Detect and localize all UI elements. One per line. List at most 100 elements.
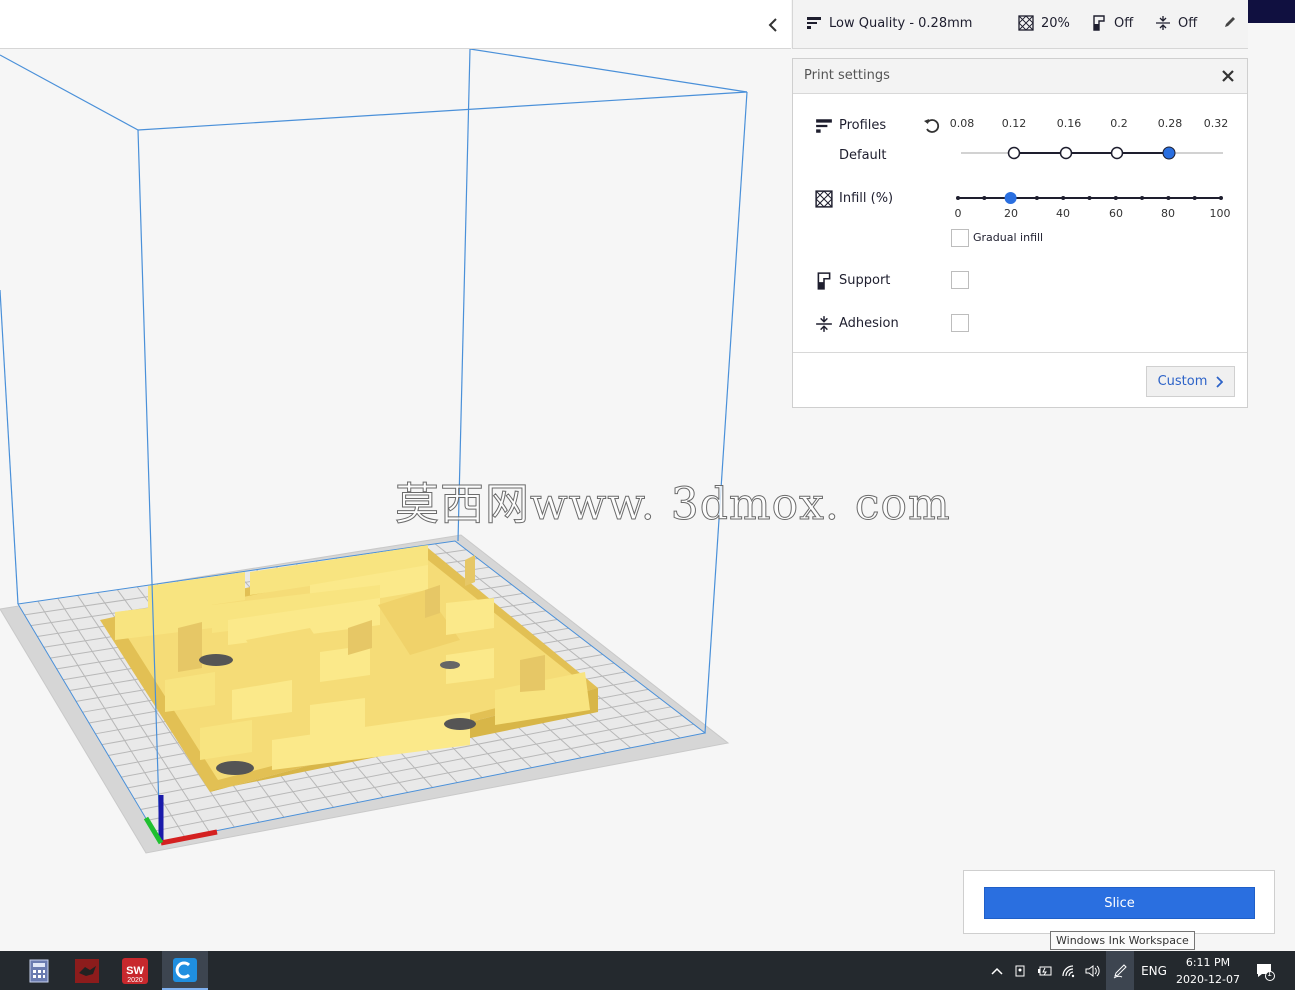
profile-icon bbox=[816, 119, 832, 133]
gradual-infill-checkbox[interactable] bbox=[951, 229, 969, 247]
taskbar: SW 2020 ENG 6:11 PM 2020-12-07 1 bbox=[0, 951, 1295, 990]
slider-stop bbox=[1059, 146, 1073, 160]
profiles-label: Profiles bbox=[839, 118, 887, 133]
top-toolbar bbox=[0, 0, 791, 49]
wifi-icon bbox=[1062, 964, 1075, 977]
infill-step-dot bbox=[1061, 196, 1066, 200]
custom-button-label: Custom bbox=[1157, 374, 1208, 389]
infill-tick: 100 bbox=[1209, 207, 1231, 220]
taskbar-solidworks-2020[interactable]: SW 2020 bbox=[112, 951, 158, 990]
infill-step-dot bbox=[1034, 196, 1039, 200]
cura-icon bbox=[173, 957, 197, 982]
chevron-left-icon bbox=[768, 18, 777, 32]
taskbar-clock[interactable]: 6:11 PM 2020-12-07 bbox=[1172, 954, 1244, 988]
volume-icon bbox=[1085, 964, 1100, 977]
summary-infill-value: 20% bbox=[1041, 15, 1070, 31]
profile-tick: 0.2 bbox=[1110, 117, 1128, 130]
summary-support[interactable]: Off bbox=[1091, 15, 1133, 31]
solidworks-icon: SW2020 bbox=[122, 957, 148, 984]
custom-settings-button[interactable]: Custom bbox=[1146, 366, 1235, 397]
slice-panel: Slice bbox=[963, 870, 1275, 934]
window-corner bbox=[1248, 0, 1295, 23]
tray-notifications[interactable]: 1 bbox=[1250, 951, 1280, 990]
infill-step-dot bbox=[1113, 196, 1118, 200]
slice-button[interactable]: Slice bbox=[984, 887, 1255, 919]
clock-time: 6:11 PM bbox=[1185, 956, 1231, 969]
profile-tick: 0.28 bbox=[1157, 117, 1183, 130]
tray-language[interactable]: ENG bbox=[1138, 951, 1170, 990]
taskbar-cura[interactable] bbox=[162, 951, 208, 990]
taskbar-app-red[interactable] bbox=[64, 951, 110, 990]
print-settings-header: Print settings bbox=[793, 59, 1247, 94]
profile-tick: 0.12 bbox=[1001, 117, 1027, 130]
support-icon bbox=[1093, 15, 1105, 31]
infill-icon bbox=[1018, 15, 1034, 31]
language-label: ENG bbox=[1141, 963, 1167, 978]
pen-icon bbox=[1113, 963, 1127, 978]
slider-handle-selected bbox=[1162, 146, 1176, 160]
tray-meet[interactable] bbox=[1010, 951, 1032, 990]
infill-step-dot bbox=[982, 196, 987, 200]
infill-tick: 40 bbox=[1056, 207, 1070, 220]
infill-tick: 20 bbox=[1004, 207, 1018, 220]
sw-badge: 2020 bbox=[127, 977, 143, 984]
infill-tick: 60 bbox=[1109, 207, 1123, 220]
profiles-default-label: Default bbox=[839, 148, 887, 163]
collapse-panel-button[interactable] bbox=[762, 14, 784, 36]
taskbar-calculator[interactable] bbox=[16, 951, 62, 990]
tray-wifi[interactable] bbox=[1058, 951, 1080, 990]
profile-tick: 0.32 bbox=[1203, 117, 1229, 130]
infill-step-dot bbox=[1140, 196, 1145, 200]
gradual-infill-label: Gradual infill bbox=[973, 231, 1044, 244]
summary-infill[interactable]: 20% bbox=[1018, 15, 1070, 31]
meet-icon bbox=[1015, 965, 1025, 976]
close-icon[interactable] bbox=[1219, 67, 1237, 85]
summary-profile-label: Low Quality - 0.28mm bbox=[829, 15, 973, 31]
pencil-icon bbox=[1225, 17, 1235, 27]
infill-step-dot bbox=[1166, 196, 1171, 200]
slice-button-label: Slice bbox=[1104, 895, 1135, 911]
summary-profile[interactable]: Low Quality - 0.28mm bbox=[806, 15, 972, 31]
tray-overflow[interactable] bbox=[986, 951, 1008, 990]
infill-step-dot bbox=[1087, 196, 1092, 200]
profile-tick: 0.16 bbox=[1056, 117, 1082, 130]
summary-support-value: Off bbox=[1114, 15, 1134, 31]
chevron-up-icon bbox=[991, 967, 1003, 975]
print-settings-summary-bar[interactable]: Low Quality - 0.28mm 20% Off Off bbox=[792, 0, 1248, 49]
infill-label: Infill (%) bbox=[839, 191, 894, 206]
support-icon bbox=[817, 272, 831, 290]
infill-icon bbox=[815, 190, 833, 208]
support-checkbox[interactable] bbox=[951, 271, 969, 289]
profile-icon bbox=[807, 17, 821, 29]
adhesion-icon bbox=[1156, 16, 1170, 30]
support-label: Support bbox=[839, 273, 891, 288]
tray-battery[interactable] bbox=[1034, 951, 1056, 990]
tray-volume[interactable] bbox=[1081, 951, 1103, 990]
svg-text:SW: SW bbox=[126, 965, 144, 977]
tray-windows-ink[interactable] bbox=[1106, 951, 1134, 990]
infill-tick: 0 bbox=[954, 207, 962, 220]
slider-stop bbox=[1007, 146, 1021, 160]
layer-height-slider[interactable] bbox=[953, 143, 1228, 163]
notification-count: 1 bbox=[1267, 969, 1273, 978]
panel-divider bbox=[793, 352, 1247, 353]
watermark: 莫西网www. 3dmox. com bbox=[395, 479, 951, 531]
adhesion-checkbox[interactable] bbox=[951, 314, 969, 332]
infill-slider[interactable] bbox=[951, 188, 1241, 208]
adhesion-label: Adhesion bbox=[839, 316, 899, 331]
infill-step-dot bbox=[1192, 196, 1197, 200]
app-red-icon bbox=[75, 958, 99, 983]
summary-adhesion-value: Off bbox=[1178, 15, 1198, 31]
print-settings-panel: Print settings Profiles Default 0.08 0.1… bbox=[792, 58, 1248, 408]
calculator-icon bbox=[29, 959, 49, 982]
reset-icon[interactable] bbox=[923, 117, 941, 135]
infill-step-dot bbox=[1219, 196, 1223, 200]
infill-step-dot bbox=[956, 196, 960, 200]
edit-settings-button[interactable] bbox=[1223, 15, 1237, 29]
summary-adhesion[interactable]: Off bbox=[1155, 15, 1197, 31]
print-settings-title: Print settings bbox=[804, 68, 890, 83]
tooltip: Windows Ink Workspace bbox=[1050, 931, 1195, 950]
profile-tick: 0.08 bbox=[949, 117, 975, 130]
infill-slider-handle bbox=[1004, 192, 1017, 204]
chevron-right-icon bbox=[1216, 375, 1224, 388]
